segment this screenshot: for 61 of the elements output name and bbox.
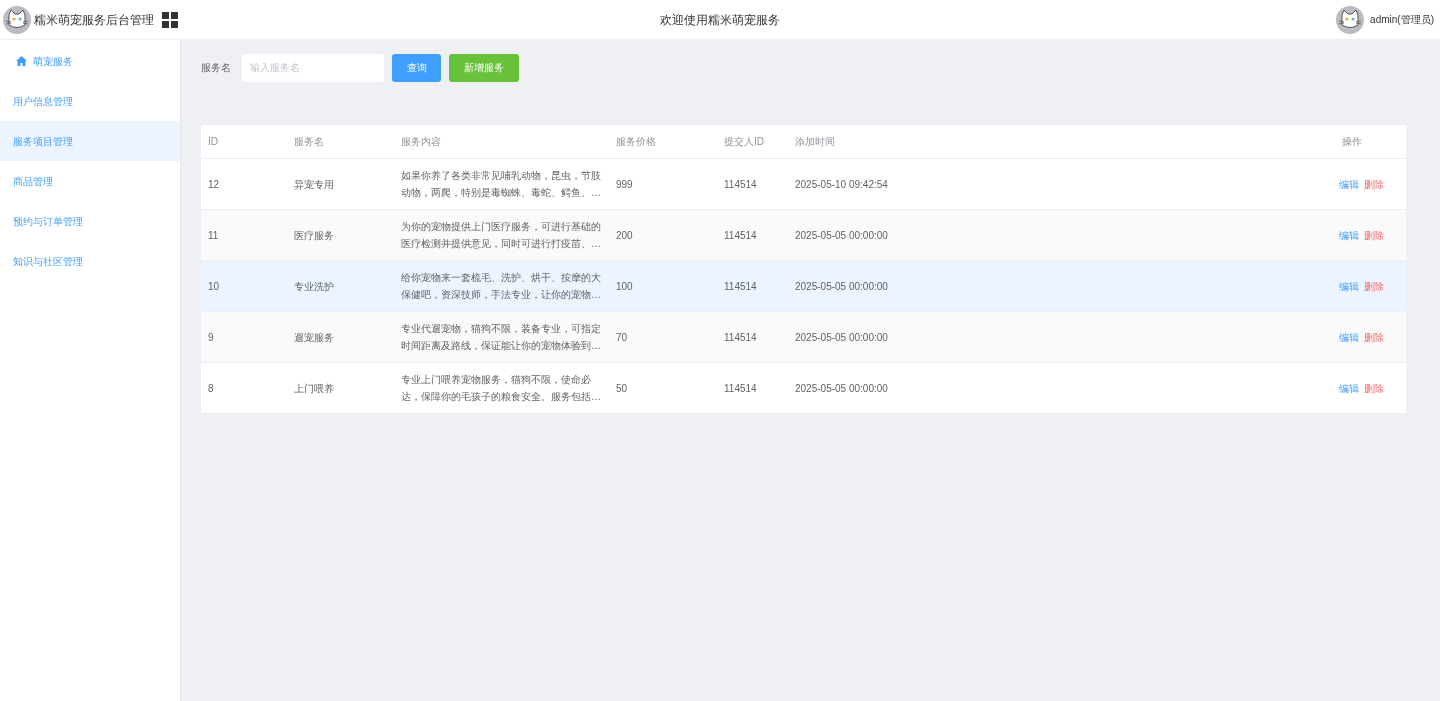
table-cell-text: 专业洗护 [293, 279, 335, 294]
add-service-button[interactable]: 新增服务 [449, 53, 519, 82]
query-button[interactable]: 查询 [392, 53, 441, 82]
column-header: 服务内容 [400, 135, 442, 149]
table-cell-text: 2025-05-05 00:00:00 [794, 279, 889, 294]
table-cell-text: 2025-05-05 00:00:00 [794, 228, 889, 243]
edit-link[interactable]: 编辑 [1339, 227, 1359, 243]
table-row[interactable]: 11 医疗服务 为你的宠物提供上门医疗服务，可进行基础的医疗检测并提供意见，同时可进行打疫苗、… 200 114514 2025-05-05 00:00:00 编辑 删除 [201, 210, 1406, 261]
table-cell-text: 12 [207, 177, 221, 192]
cat-logo [3, 5, 31, 34]
column-header: ID [207, 135, 219, 149]
table-cell-text: 114514 [723, 177, 758, 192]
table-cell-text: 114514 [723, 330, 758, 345]
table-row[interactable]: 9 遛宠服务 专业代遛宠物，猫狗不限，装备专业，可指定时间距离及路线，保证能让你的宠物体验到… 70 114514 2025-05-05 00:00:00 编辑 删除 [201, 312, 1406, 363]
table-cell-text: 114514 [723, 381, 758, 396]
table-cell-text: 上门喂养 [293, 381, 335, 396]
delete-link[interactable]: 删除 [1364, 380, 1384, 396]
table-cell-text: 999 [615, 177, 634, 192]
table-cell-text: 如果你养了各类非常见哺乳动物，昆虫，节肢动物，两爬，特别是毒蜘蛛、毒蛇、鳄鱼、… [400, 169, 602, 200]
sidebar-item[interactable]: 服务项目管理 [0, 121, 180, 161]
table-cell-text: 114514 [723, 279, 758, 294]
column-header: 添加时间 [794, 135, 836, 149]
table-cell-text: 114514 [723, 228, 758, 243]
table-cell-text: 2025-05-10 09:42:54 [794, 177, 889, 192]
column-header: 服务名 [293, 135, 325, 149]
table-cell-text: 2025-05-05 00:00:00 [794, 330, 889, 345]
user-avatar [1336, 5, 1365, 34]
table-cell-text: 200 [615, 228, 634, 243]
edit-link[interactable]: 编辑 [1339, 278, 1359, 294]
table-cell-text: 给你宠物来一套梳毛、洗护、烘干、按摩的大保健吧，资深技师，手法专业，让你的宠物… [400, 271, 602, 302]
column-header: 提交人ID [723, 135, 765, 149]
column-header: 操作 [1341, 135, 1363, 149]
home-icon [16, 56, 27, 66]
table-cell-text: 专业代遛宠物，猫狗不限，装备专业，可指定时间距离及路线，保证能让你的宠物体验到… [400, 322, 602, 353]
table-cell-text: 50 [615, 381, 629, 396]
delete-link[interactable]: 删除 [1364, 176, 1384, 192]
table-cell-text: 11 [207, 228, 220, 243]
column-header: 服务价格 [615, 135, 657, 149]
table-cell-text: 2025-05-05 00:00:00 [794, 381, 889, 396]
table-cell-text: 100 [615, 279, 634, 294]
delete-link[interactable]: 删除 [1364, 278, 1384, 294]
table-cell-text: 遛宠服务 [293, 330, 335, 345]
table-cell-text: 70 [615, 330, 629, 345]
search-label: 服务名 [201, 61, 232, 75]
table-cell-text: 为你的宠物提供上门医疗服务，可进行基础的医疗检测并提供意见，同时可进行打疫苗、… [400, 220, 602, 251]
user-name: admin(管理员) [1370, 13, 1434, 27]
table-cell-text: 异宠专用 [293, 177, 335, 192]
table-cell-text: 专业上门喂养宠物服务，猫狗不限，使命必达，保障你的毛孩子的粮食安全。服务包括… [400, 373, 602, 404]
delete-link[interactable]: 删除 [1364, 227, 1384, 243]
edit-link[interactable]: 编辑 [1339, 329, 1359, 345]
table-cell-text: 10 [207, 279, 221, 294]
welcome-text: 欢迎使用糯米萌宠服务 [660, 11, 780, 29]
edit-link[interactable]: 编辑 [1339, 380, 1359, 396]
table-cell-text: 9 [207, 330, 215, 345]
table-cell-text: 8 [207, 381, 215, 396]
app-title: 糯米萌宠服务后台管理 [34, 11, 154, 29]
edit-link[interactable]: 编辑 [1339, 176, 1359, 192]
table-row[interactable]: 10 专业洗护 给你宠物来一套梳毛、洗护、烘干、按摩的大保健吧，资深技师，手法专业，让你的宠物… 100 114514 2025-05-05 00:00:00 编辑 删除 [201, 261, 1406, 312]
delete-link[interactable]: 删除 [1364, 329, 1384, 345]
table-cell-text: 医疗服务 [293, 228, 335, 243]
grid-menu-icon[interactable] [162, 11, 178, 28]
